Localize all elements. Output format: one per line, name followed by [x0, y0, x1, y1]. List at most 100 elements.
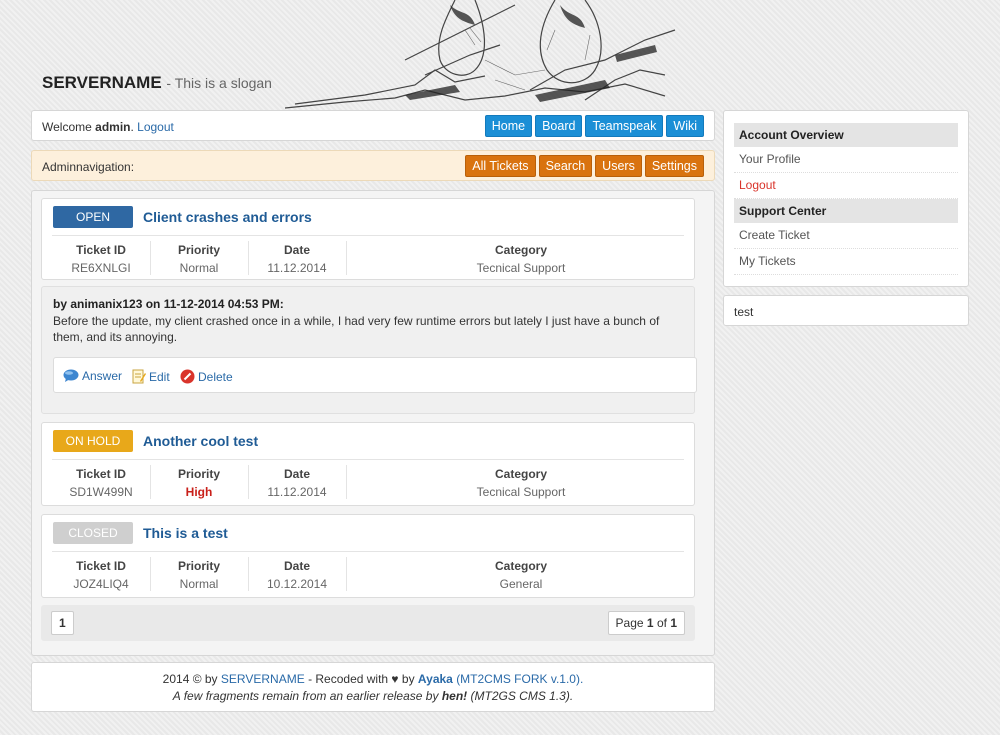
footer: 2014 © by SERVERNAME - Recoded with ♥ by…: [31, 662, 715, 712]
search-button[interactable]: Search: [538, 155, 593, 177]
support-center-heading: Support Center: [734, 199, 958, 223]
priority-value: Normal: [179, 577, 219, 591]
delete-icon: [180, 369, 195, 384]
logout-link[interactable]: Logout: [137, 120, 174, 134]
site-title: SERVERNAME - This is a slogan: [42, 73, 272, 93]
footer-recoded: - Recoded with ♥ by: [308, 672, 415, 686]
users-button[interactable]: Users: [595, 155, 642, 177]
footer-fork-link[interactable]: (MT2CMS FORK v.1.0).: [456, 672, 583, 686]
site-slogan: - This is a slogan: [166, 75, 272, 91]
post-author-line: by animanix123 on 11-12-2014 04:53 PM:: [53, 297, 284, 311]
sidebar-item-logout[interactable]: Logout: [734, 173, 958, 199]
ticket-id-value: JOZ4LIQ4: [73, 577, 129, 591]
priority-header: Priority: [177, 467, 220, 481]
sidebar-item-my-tickets[interactable]: My Tickets: [734, 249, 958, 275]
priority-value-high: High: [185, 485, 213, 499]
welcome-username: admin: [95, 120, 131, 134]
settings-button[interactable]: Settings: [644, 155, 704, 177]
admin-navigation-bar: Adminnavigation: All Tickets Search User…: [31, 150, 715, 181]
ticket-title[interactable]: Another cool test: [143, 433, 258, 449]
pagination: 1 Page 1 of 1: [41, 605, 695, 641]
all-tickets-button[interactable]: All Tickets: [465, 155, 536, 177]
ticket-id-value: RE6XNLGI: [71, 261, 131, 275]
ticket-id-cell: Ticket ID JOZ4LIQ4: [52, 559, 150, 591]
status-badge-on-hold: ON HOLD: [53, 430, 133, 452]
priority-cell: Priority Normal: [150, 559, 248, 591]
nav-wiki-button[interactable]: Wiki: [666, 115, 704, 137]
priority-header: Priority: [177, 559, 220, 573]
account-overview-heading: Account Overview: [734, 123, 958, 147]
ticket-id-header: Ticket ID: [76, 243, 126, 257]
edit-label: Edit: [149, 369, 170, 384]
category-header: Category: [494, 559, 547, 573]
sidebar-menu: Account Overview Your Profile Logout Sup…: [723, 110, 969, 287]
footer-server-link[interactable]: SERVERNAME: [221, 672, 305, 686]
ticket-id-header: Ticket ID: [76, 467, 126, 481]
ticket-post: by animanix123 on 11-12-2014 04:53 PM: B…: [41, 286, 697, 414]
footer-author-link[interactable]: Ayaka: [418, 672, 453, 686]
main-nav: Home Board Teamspeak Wiki: [484, 115, 704, 137]
page-total: 1: [670, 616, 677, 630]
welcome-bar: Welcome admin. Logout Home Board Teamspe…: [31, 110, 715, 141]
date-value: 11.12.2014: [267, 261, 327, 275]
ticket-card[interactable]: ON HOLD Another cool test Ticket ID SD1W…: [41, 422, 695, 506]
admin-nav-label: Adminnavigation:: [42, 160, 135, 174]
ticket-id-cell: Ticket ID SD1W499N: [52, 467, 150, 499]
ticket-card[interactable]: CLOSED This is a test Ticket ID JOZ4LIQ4…: [41, 514, 695, 598]
footer-year: 2014 © by: [162, 672, 218, 686]
footer-credit-version: (MT2GS CMS 1.3).: [470, 689, 574, 703]
page-current: 1: [646, 616, 654, 630]
category-value: Tecnical Support: [476, 485, 566, 499]
date-header: Date: [283, 467, 310, 481]
date-value: 10.12.2014: [266, 577, 328, 591]
page-of-label: of: [656, 616, 667, 630]
status-badge-open: OPEN: [53, 206, 133, 228]
ticket-id-header: Ticket ID: [76, 559, 126, 573]
sidebar-item-create-ticket[interactable]: Create Ticket: [734, 223, 958, 249]
answer-label: Answer: [82, 369, 123, 383]
status-badge-closed: CLOSED: [53, 522, 133, 544]
footer-credit-text: A few fragments remain from an earlier r…: [172, 689, 439, 703]
page-label: Page: [615, 616, 644, 630]
category-cell: Category Tecnical Support: [346, 467, 696, 499]
priority-value: Normal: [179, 261, 219, 275]
category-header: Category: [494, 467, 547, 481]
nav-teamspeak-button[interactable]: Teamspeak: [585, 115, 664, 137]
date-header: Date: [283, 243, 310, 257]
speech-bubble-icon: [63, 369, 79, 382]
nav-home-button[interactable]: Home: [484, 115, 533, 137]
answer-link[interactable]: Answer: [63, 369, 122, 383]
date-header: Date: [283, 559, 310, 573]
ticket-title[interactable]: Client crashes and errors: [143, 209, 312, 225]
ticket-card[interactable]: OPEN Client crashes and errors Ticket ID…: [41, 198, 695, 280]
welcome-prefix: Welcome: [42, 120, 92, 134]
delete-link[interactable]: Delete: [180, 369, 233, 384]
post-body: Before the update, my client crashed onc…: [53, 314, 660, 344]
ticket-title[interactable]: This is a test: [143, 525, 228, 541]
edit-link[interactable]: Edit: [132, 369, 170, 384]
divider: [52, 235, 684, 236]
priority-cell: Priority Normal: [150, 243, 248, 275]
date-value: 11.12.2014: [267, 485, 327, 499]
sidebar-item-profile[interactable]: Your Profile: [734, 147, 958, 173]
priority-cell: Priority High: [150, 467, 248, 499]
nav-board-button[interactable]: Board: [535, 115, 583, 137]
category-cell: Category Tecnical Support: [346, 243, 696, 275]
welcome-text: Welcome admin. Logout: [42, 120, 174, 134]
category-value: General: [499, 577, 543, 591]
post-actions: Answer Edit Delete: [53, 357, 697, 393]
date-cell: Date 10.12.2014: [248, 559, 346, 591]
delete-label: Delete: [198, 369, 233, 384]
edit-note-icon: [132, 369, 146, 384]
category-cell: Category General: [346, 559, 696, 591]
page-indicator: Page 1 of 1: [607, 611, 685, 635]
ticket-list-panel: OPEN Client crashes and errors Ticket ID…: [31, 190, 715, 656]
ticket-id-cell: Ticket ID RE6XNLGI: [52, 243, 150, 275]
footer-line-1: 2014 © by SERVERNAME - Recoded with ♥ by…: [32, 672, 714, 686]
page-1-button[interactable]: 1: [51, 611, 74, 635]
sidebar-text-box: test: [723, 295, 969, 326]
sidebar-box-text: test: [734, 305, 754, 319]
divider: [52, 459, 684, 460]
category-header: Category: [494, 243, 547, 257]
header-banner-art: [284, 0, 685, 110]
